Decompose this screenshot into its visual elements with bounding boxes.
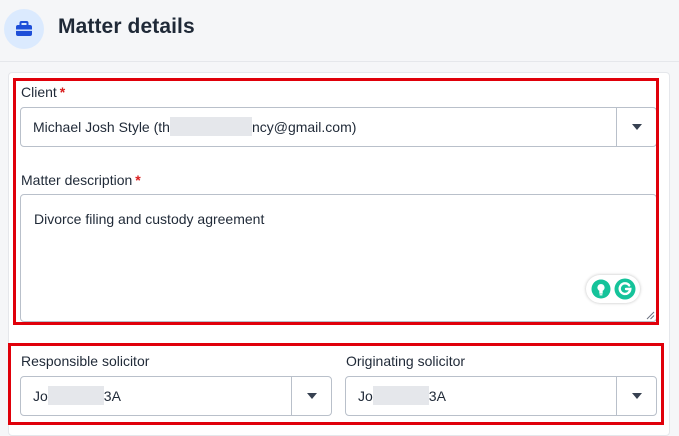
header: Matter details [0,0,679,62]
responsible-solicitor-label: Responsible solicitor [21,353,150,369]
matter-description-label: Matter description * [21,172,141,188]
chevron-down-icon [306,393,317,399]
lightbulb-icon[interactable] [591,279,611,299]
originating-solicitor-dropdown-toggle[interactable] [616,377,656,415]
originating-solicitor-select[interactable]: Jo 3A [345,376,657,416]
required-mark: * [135,172,141,188]
required-mark: * [59,84,66,100]
redaction-mask [169,117,252,137]
chevron-down-icon [631,393,642,399]
originating-solicitor-label: Originating solicitor [346,353,466,369]
client-select-value: Michael Josh Style (th ncy@gmail.com) [33,117,357,137]
originating-solicitor-value: Jo 3A [358,386,446,406]
matter-description-textarea[interactable]: Divorce filing and custody agreement [20,194,657,322]
redaction-mask [372,386,429,406]
redaction-mask [47,386,104,406]
client-dropdown-toggle[interactable] [616,108,656,146]
chevron-down-icon [631,124,642,130]
grammarly-widget[interactable] [586,275,640,303]
client-label: Client * [21,84,66,100]
responsible-solicitor-dropdown-toggle[interactable] [291,377,331,415]
client-select[interactable]: Michael Josh Style (th ncy@gmail.com) [20,107,657,147]
grammarly-icon[interactable] [614,278,636,300]
responsible-solicitor-value: Jo 3A [33,386,121,406]
page-title: Matter details [58,15,195,38]
briefcase-icon [4,9,44,49]
resize-handle-icon[interactable] [645,310,655,320]
matter-description-text: Divorce filing and custody agreement [34,211,265,227]
responsible-solicitor-select[interactable]: Jo 3A [20,376,332,416]
